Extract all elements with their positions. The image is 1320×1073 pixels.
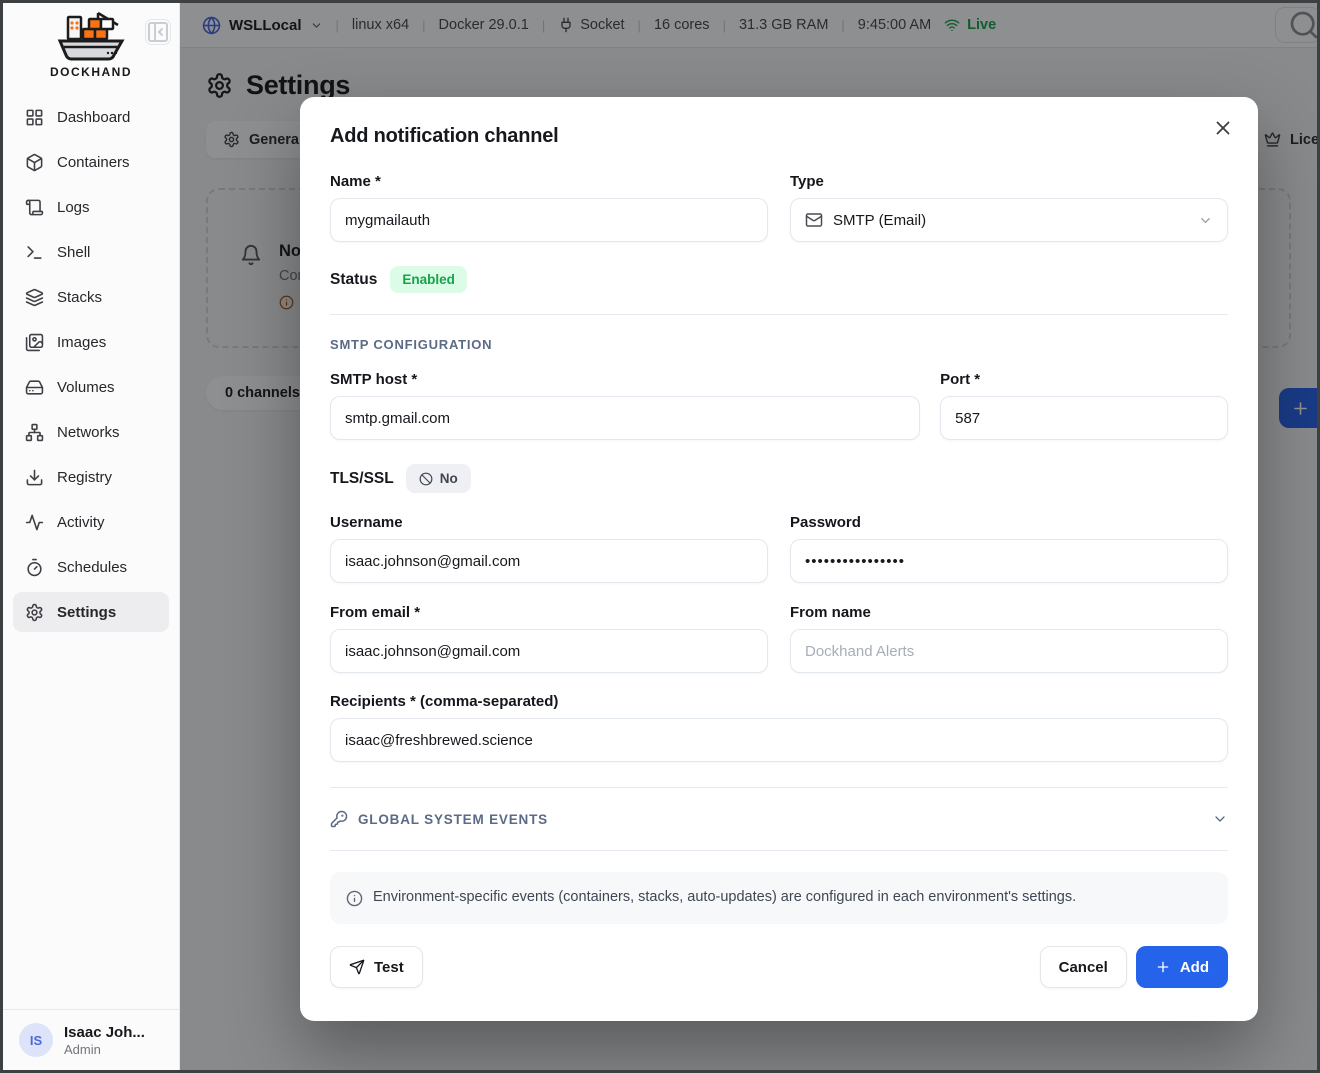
box-icon <box>25 153 44 172</box>
sidebar-item-label: Containers <box>57 154 130 171</box>
sidebar-item-label: Images <box>57 334 106 351</box>
smtp-section-heading: SMTP CONFIGURATION <box>330 337 1228 352</box>
main-area: WSLLocal | linux x64 | Docker 29.0.1 | S… <box>180 3 1317 1070</box>
activity-icon <box>25 513 44 532</box>
sidebar-item-shell[interactable]: Shell <box>13 232 169 272</box>
from-name-label: From name <box>790 604 1228 621</box>
gear-icon <box>25 603 44 622</box>
drive-icon <box>25 378 44 397</box>
avatar: IS <box>19 1023 53 1057</box>
sidebar-item-dashboard[interactable]: Dashboard <box>13 97 169 137</box>
info-note: Environment-specific events (containers,… <box>330 872 1228 924</box>
ban-icon <box>419 472 433 486</box>
name-input[interactable] <box>330 198 768 242</box>
sidebar-item-label: Activity <box>57 514 105 531</box>
key-icon <box>330 810 348 828</box>
add-button[interactable]: Add <box>1136 946 1228 988</box>
modal-title: Add notification channel <box>330 125 1228 148</box>
sidebar-item-label: Logs <box>57 199 90 216</box>
add-button-label: Add <box>1180 959 1209 976</box>
sidebar-item-label: Networks <box>57 424 120 441</box>
divider <box>330 850 1228 851</box>
sidebar-item-label: Dashboard <box>57 109 130 126</box>
sidebar-item-volumes[interactable]: Volumes <box>13 367 169 407</box>
user-name: Isaac Joh... <box>64 1024 145 1041</box>
smtp-host-input[interactable] <box>330 396 920 440</box>
type-selected-value: SMTP (Email) <box>833 212 926 229</box>
info-note-text: Environment-specific events (containers,… <box>373 889 1076 905</box>
timer-icon <box>25 558 44 577</box>
sidebar-item-label: Settings <box>57 604 116 621</box>
images-icon <box>25 333 44 352</box>
from-email-label: From email * <box>330 604 768 621</box>
sidebar-item-label: Volumes <box>57 379 115 396</box>
plus-icon <box>1155 959 1171 975</box>
test-button[interactable]: Test <box>330 946 423 988</box>
brand-name: DOCKHAND <box>3 65 179 79</box>
type-select[interactable]: SMTP (Email) <box>790 198 1228 242</box>
password-label: Password <box>790 514 1228 531</box>
sidebar-nav: Dashboard Containers Logs Shell Stacks Images… <box>3 83 179 1009</box>
sidebar-item-schedules[interactable]: Schedules <box>13 547 169 587</box>
user-profile[interactable]: IS Isaac Joh... Admin <box>3 1009 179 1070</box>
sidebar-item-registry[interactable]: Registry <box>13 457 169 497</box>
sidebar-item-label: Stacks <box>57 289 102 306</box>
recipients-input[interactable] <box>330 718 1228 762</box>
sidebar-item-label: Schedules <box>57 559 127 576</box>
test-button-label: Test <box>374 959 404 976</box>
port-input[interactable] <box>940 396 1228 440</box>
sidebar-item-label: Registry <box>57 469 112 486</box>
sidebar-item-settings[interactable]: Settings <box>13 592 169 632</box>
sidebar-item-label: Shell <box>57 244 90 261</box>
name-label: Name * <box>330 173 768 190</box>
sidebar-item-containers[interactable]: Containers <box>13 142 169 182</box>
chevron-down-icon <box>1212 811 1228 827</box>
cancel-button-label: Cancel <box>1059 959 1108 976</box>
password-input[interactable] <box>790 539 1228 583</box>
username-input[interactable] <box>330 539 768 583</box>
port-label: Port * <box>940 371 1228 388</box>
sidebar-item-activity[interactable]: Activity <box>13 502 169 542</box>
add-notification-channel-modal: Add notification channel Name * Type SMT… <box>300 97 1258 1021</box>
tls-value: No <box>440 471 458 486</box>
sidebar-item-stacks[interactable]: Stacks <box>13 277 169 317</box>
divider <box>330 314 1228 315</box>
type-label: Type <box>790 173 1228 190</box>
divider <box>330 787 1228 788</box>
events-section-heading: GLOBAL SYSTEM EVENTS <box>358 812 548 827</box>
user-role: Admin <box>64 1042 145 1057</box>
scroll-icon <box>25 198 44 217</box>
terminal-icon <box>25 243 44 262</box>
status-enabled-badge[interactable]: Enabled <box>390 266 467 293</box>
global-system-events-toggle[interactable]: GLOBAL SYSTEM EVENTS <box>330 800 1228 838</box>
download-icon <box>25 468 44 487</box>
chevron-down-icon <box>1198 213 1213 228</box>
sidebar-item-networks[interactable]: Networks <box>13 412 169 452</box>
layers-icon <box>25 288 44 307</box>
smtp-host-label: SMTP host * <box>330 371 920 388</box>
sidebar-item-images[interactable]: Images <box>13 322 169 362</box>
send-icon <box>349 959 365 975</box>
x-icon <box>1212 117 1234 139</box>
status-label: Status <box>330 271 377 289</box>
close-icon[interactable] <box>1212 117 1234 139</box>
grid-icon <box>25 108 44 127</box>
sidebar: DOCKHAND Dashboard Containers Logs Shell Sta… <box>3 3 180 1070</box>
from-email-input[interactable] <box>330 629 768 673</box>
from-name-input[interactable] <box>790 629 1228 673</box>
sidebar-collapse-button[interactable] <box>145 19 171 45</box>
cancel-button[interactable]: Cancel <box>1040 946 1127 988</box>
mail-icon <box>805 211 823 229</box>
info-icon <box>346 890 363 907</box>
recipients-label: Recipients * (comma-separated) <box>330 693 1228 710</box>
sidebar-item-logs[interactable]: Logs <box>13 187 169 227</box>
tls-toggle-badge[interactable]: No <box>406 464 471 493</box>
ship-logo-icon <box>52 9 130 63</box>
panel-collapse-icon <box>146 20 170 44</box>
app-window: DOCKHAND Dashboard Containers Logs Shell Sta… <box>0 0 1320 1073</box>
network-icon <box>25 423 44 442</box>
username-label: Username <box>330 514 768 531</box>
tls-ssl-label: TLS/SSL <box>330 470 394 488</box>
